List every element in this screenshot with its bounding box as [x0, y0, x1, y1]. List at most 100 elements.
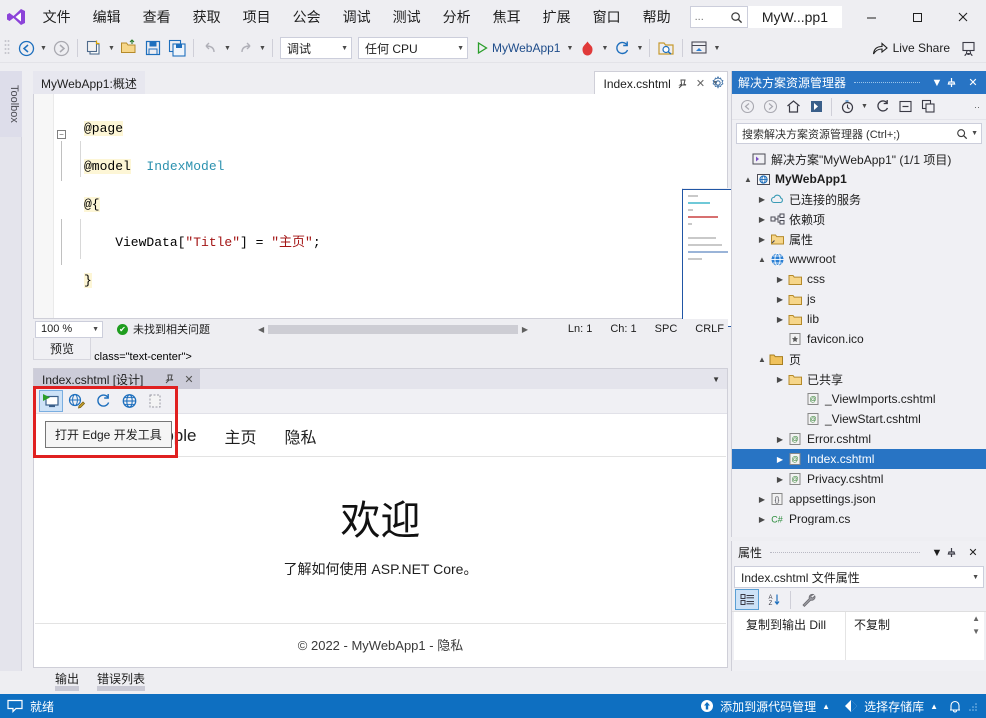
- expander[interactable]: ▶: [774, 295, 786, 304]
- categorized-button[interactable]: [735, 589, 759, 610]
- scroll-thumb[interactable]: [268, 325, 518, 334]
- navigate-back-dropdown[interactable]: ▼: [38, 36, 49, 60]
- undo-dropdown[interactable]: ▼: [222, 36, 233, 60]
- menu-debug[interactable]: 调试: [332, 0, 382, 34]
- save-icon[interactable]: [141, 36, 165, 60]
- pin-icon[interactable]: [165, 374, 175, 384]
- expander[interactable]: ▶: [774, 275, 786, 284]
- tree-row-connected-services[interactable]: ▶ 已连接的服务: [732, 189, 986, 209]
- expander[interactable]: ▶: [774, 475, 786, 484]
- expander[interactable]: ▶: [756, 495, 768, 504]
- pin-icon[interactable]: [678, 79, 688, 89]
- expander[interactable]: ▶: [756, 515, 768, 524]
- start-debug-dropdown[interactable]: ▼: [564, 36, 575, 60]
- redo-icon[interactable]: [233, 36, 257, 60]
- expander[interactable]: ▶: [756, 235, 768, 244]
- feedback-person-icon[interactable]: [956, 36, 980, 60]
- tab-preview[interactable]: 预览: [33, 338, 92, 360]
- property-value-cell[interactable]: 不复制 ▲ ▼: [846, 612, 984, 660]
- tree-row-error-cshtml[interactable]: ▶ @ Error.cshtml: [732, 429, 986, 449]
- open-edge-dev-tools-button[interactable]: [39, 390, 63, 412]
- tab-index-cshtml-design[interactable]: Index.cshtml [设计] ✕: [34, 369, 200, 389]
- editor-settings-button[interactable]: [708, 73, 728, 93]
- undo-icon[interactable]: [198, 36, 222, 60]
- navigate-forward-icon[interactable]: [49, 36, 73, 60]
- menu-file[interactable]: 文件: [32, 0, 82, 34]
- tree-row-viewstart[interactable]: @ _ViewStart.cshtml: [732, 409, 986, 429]
- tree-row-program-cs[interactable]: ▶ C# Program.cs: [732, 509, 986, 525]
- live-share-button[interactable]: Live Share: [866, 41, 956, 56]
- expander[interactable]: ▲: [756, 355, 768, 364]
- forward-icon[interactable]: [759, 96, 781, 118]
- menu-git[interactable]: 获取: [182, 0, 232, 34]
- tree-row-wwwroot[interactable]: ▲ wwwroot: [732, 249, 986, 269]
- back-icon[interactable]: [736, 96, 758, 118]
- chevron-down-icon[interactable]: ▼: [712, 375, 720, 384]
- close-icon[interactable]: ✕: [964, 546, 982, 559]
- redo-dropdown[interactable]: ▼: [257, 36, 268, 60]
- property-value-spinner[interactable]: ▲ ▼: [972, 614, 980, 636]
- menu-extensions[interactable]: 扩展: [532, 0, 582, 34]
- copy-button[interactable]: [143, 390, 167, 412]
- close-icon[interactable]: ✕: [184, 373, 193, 386]
- open-in-browser-button[interactable]: [117, 390, 141, 412]
- window-layout-dropdown[interactable]: ▼: [711, 36, 722, 60]
- tab-output[interactable]: 输出: [55, 668, 79, 687]
- close-icon[interactable]: ✕: [964, 76, 982, 89]
- minimize-button[interactable]: [848, 0, 894, 34]
- tree-row-appsettings-json[interactable]: ▶ {} appsettings.json: [732, 489, 986, 509]
- spinner-up-icon[interactable]: ▲: [972, 614, 980, 623]
- scroll-left-arrow-icon[interactable]: ◀: [258, 325, 264, 334]
- tree-row-lib[interactable]: ▶ lib: [732, 309, 986, 329]
- tree-row-viewimports[interactable]: @ _ViewImports.cshtml: [732, 389, 986, 409]
- expander[interactable]: ▶: [774, 435, 786, 444]
- code-editor[interactable]: − @page @model IndexModel @{ ViewData["T…: [33, 94, 755, 481]
- notifications-bell-icon[interactable]: [948, 699, 962, 714]
- window-layout-icon[interactable]: [687, 36, 711, 60]
- tree-row-pages[interactable]: ▲ 页: [732, 349, 986, 369]
- navigate-back-icon[interactable]: [14, 36, 38, 60]
- nav-item-privacy[interactable]: 隐私: [285, 424, 317, 448]
- menu-help[interactable]: 帮助: [632, 0, 682, 34]
- pending-changes-icon[interactable]: [836, 96, 858, 118]
- show-all-files-icon[interactable]: [917, 96, 939, 118]
- alphabetical-button[interactable]: A Z: [761, 589, 785, 610]
- tree-row-favicon[interactable]: favicon.ico: [732, 329, 986, 349]
- start-debug-button[interactable]: MyWebApp1: [471, 41, 564, 55]
- scroll-right-arrow-icon[interactable]: ▶: [522, 325, 528, 334]
- tree-row-index-cshtml[interactable]: ▶ @ Index.cshtml: [732, 449, 986, 469]
- chevron-up-icon[interactable]: ▲: [930, 702, 938, 711]
- nav-item-home[interactable]: 主页: [224, 424, 256, 448]
- sync-with-active-doc-icon[interactable]: [805, 96, 827, 118]
- close-icon[interactable]: ✕: [696, 77, 705, 90]
- expander[interactable]: ▶: [774, 315, 786, 324]
- pending-changes-dropdown[interactable]: ▼: [859, 97, 870, 117]
- solution-configuration-combo[interactable]: 调试 ▼: [280, 37, 352, 59]
- menu-test[interactable]: 测试: [382, 0, 432, 34]
- tree-row-js[interactable]: ▶ js: [732, 289, 986, 309]
- restart-icon[interactable]: [610, 36, 634, 60]
- collapse-all-icon[interactable]: [894, 96, 916, 118]
- resize-grip-icon[interactable]: [968, 701, 978, 711]
- refresh-icon[interactable]: [871, 96, 893, 118]
- menu-build[interactable]: 公会: [282, 0, 332, 34]
- tree-row-shared[interactable]: ▶ 已共享: [732, 369, 986, 389]
- close-button[interactable]: [940, 0, 986, 34]
- pin-icon[interactable]: [946, 547, 964, 558]
- chevron-down-icon[interactable]: ▼: [928, 77, 946, 89]
- menu-tools[interactable]: 焦耳: [482, 0, 532, 34]
- tab-mywebapp1-overview[interactable]: MyWebApp1:概述: [33, 71, 145, 95]
- expander[interactable]: ▲: [756, 255, 768, 264]
- global-search-input[interactable]: ...: [689, 6, 748, 28]
- expander[interactable]: ▶: [774, 455, 786, 464]
- overflow-chevrons-icon[interactable]: ··: [974, 102, 986, 112]
- save-all-icon[interactable]: [165, 36, 189, 60]
- tab-error-list[interactable]: 错误列表: [97, 668, 145, 687]
- editor-zoom-combo[interactable]: 100 % ▼: [35, 320, 103, 338]
- expander[interactable]: ▲: [742, 175, 754, 184]
- expander[interactable]: ▶: [756, 195, 768, 204]
- inspect-element-button[interactable]: [65, 390, 89, 412]
- menu-window[interactable]: 窗口: [582, 0, 632, 34]
- menu-project[interactable]: 项目: [232, 0, 282, 34]
- new-item-dropdown[interactable]: ▼: [106, 36, 117, 60]
